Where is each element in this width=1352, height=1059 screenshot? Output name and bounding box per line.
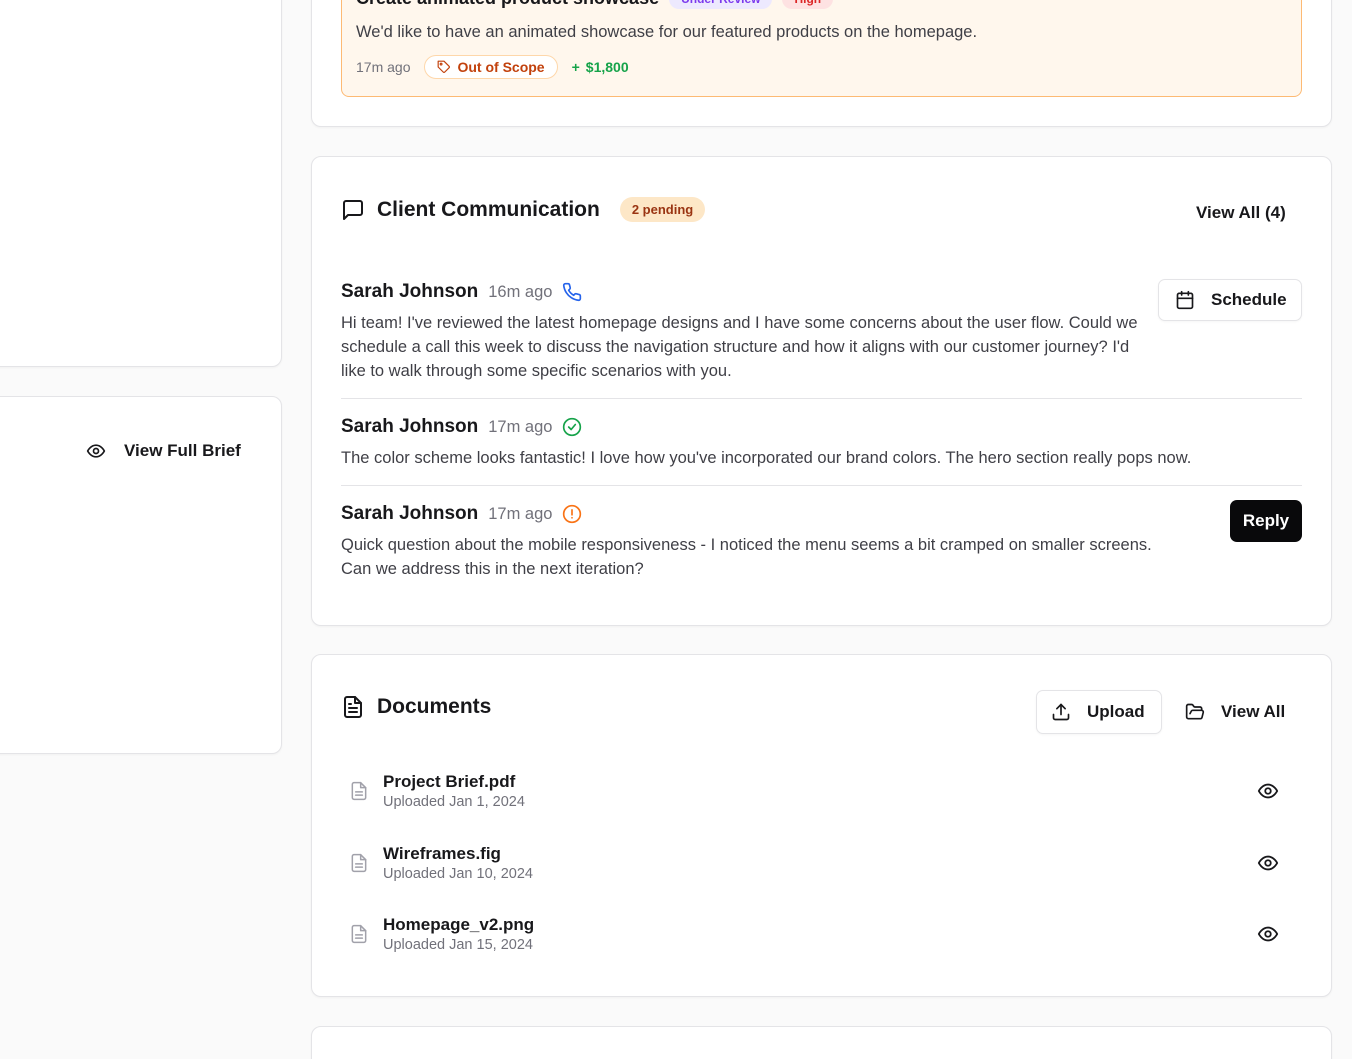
document-row[interactable]: Project Brief.pdf Uploaded Jan 1, 2024 (349, 772, 1289, 810)
left-panel-card (0, 0, 282, 367)
document-upload-date: Uploaded Jan 10, 2024 (383, 866, 533, 882)
message-divider (341, 398, 1302, 399)
next-section-card (311, 1026, 1332, 1059)
folder-open-icon (1185, 703, 1205, 720)
document-name: Homepage_v2.png (383, 915, 535, 934)
message-body: Hi team! I've reviewed the latest homepa… (341, 314, 1138, 380)
calendar-icon (1176, 290, 1194, 310)
pending-badge: 2 pending (619, 197, 706, 222)
file-text-icon (344, 696, 362, 718)
communication-header: Client Communication 2 pending (341, 197, 706, 222)
message-timestamp: 16m ago (488, 282, 553, 301)
eye-icon[interactable] (1257, 923, 1279, 945)
message-timestamp: 17m ago (488, 504, 553, 523)
documents-title: Documents (377, 695, 492, 718)
scope-badge: Out of Scope (424, 55, 558, 79)
document-name: Project Brief.pdf (383, 772, 516, 791)
phone-icon (563, 282, 582, 302)
message-timestamp: 17m ago (488, 417, 553, 436)
reply-button[interactable]: Reply (1230, 500, 1302, 542)
change-request-item[interactable] (341, 0, 1302, 97)
document-row[interactable]: Wireframes.fig Uploaded Jan 10, 2024 (349, 844, 1289, 882)
message-author: Sarah Johnson (341, 416, 479, 437)
priority-badge: High (782, 0, 834, 9)
message-square-icon (343, 199, 363, 220)
schedule-button[interactable]: Schedule (1158, 279, 1302, 321)
message-body: Quick question about the mobile responsi… (341, 536, 1152, 578)
view-all-documents-button[interactable]: View All (1172, 690, 1302, 734)
amount-value: $1,800 (585, 59, 629, 75)
document-upload-date: Uploaded Jan 15, 2024 (383, 937, 533, 953)
view-all-messages-link[interactable]: View All (4) (1196, 203, 1286, 223)
file-icon (351, 781, 367, 801)
message-body: The color scheme looks fantastic! I love… (341, 449, 1192, 467)
eye-icon[interactable] (1257, 852, 1279, 874)
message-item: Sarah Johnson 17m ago The color scheme l… (341, 416, 1302, 470)
eye-icon (86, 444, 106, 458)
upload-label: Upload (1087, 702, 1145, 721)
request-timestamp: 17m ago (356, 59, 411, 75)
message-author: Sarah Johnson (341, 281, 479, 302)
check-circle-icon (563, 417, 582, 437)
message-item: Sarah Johnson 17m ago Quick question abo… (341, 503, 1161, 581)
eye-icon[interactable] (1257, 780, 1279, 802)
tag-icon (438, 60, 451, 73)
schedule-label: Schedule (1211, 290, 1287, 309)
upload-icon (1052, 703, 1070, 721)
view-all-documents-label: View All (1221, 702, 1286, 721)
file-icon (351, 924, 367, 944)
plus-icon: + (571, 59, 580, 75)
document-name: Wireframes.fig (383, 844, 501, 863)
message-item: Sarah Johnson 16m ago Hi team! I've revi… (341, 281, 1141, 383)
document-row[interactable]: Homepage_v2.png Uploaded Jan 15, 2024 (349, 915, 1289, 953)
document-upload-date: Uploaded Jan 1, 2024 (383, 794, 525, 810)
view-full-brief-label: View Full Brief (124, 441, 241, 460)
request-amount: + $1,800 (572, 59, 629, 75)
upload-button[interactable]: Upload (1036, 690, 1162, 734)
view-full-brief-button[interactable]: View Full Brief (86, 441, 241, 461)
request-meta: 17m ago Out of Scope + $1,800 (356, 55, 629, 79)
request-description: We'd like to have an animated showcase f… (356, 23, 978, 41)
scope-label: Out of Scope (457, 59, 545, 75)
communication-title: Client Communication (377, 197, 600, 221)
documents-header: Documents (341, 695, 491, 719)
status-badge: Under Review (669, 0, 773, 9)
message-author: Sarah Johnson (341, 503, 479, 524)
alert-circle-icon (563, 504, 582, 524)
request-title-row: Create animated product showcase Under R… (356, 0, 834, 9)
message-divider (341, 485, 1302, 486)
file-icon (351, 853, 367, 873)
request-title: Create animated product showcase (356, 0, 659, 9)
